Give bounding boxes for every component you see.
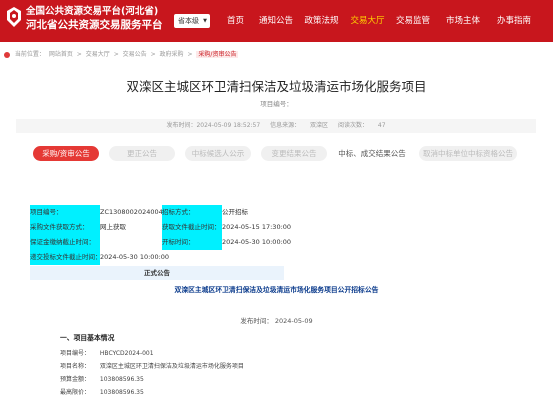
breadcrumb-link-announcements[interactable]: 交易公告 bbox=[123, 51, 147, 58]
deposit-deadline-value bbox=[100, 235, 162, 250]
chevron-down-icon: ▼ bbox=[203, 18, 207, 24]
nav-supervision[interactable]: 交易监管 bbox=[390, 0, 436, 42]
page-title: 双滦区主城区环卫清扫保洁及垃圾清运市场化服务项目 bbox=[126, 79, 427, 94]
tab-candidate-notice[interactable]: 中标候选人公示 bbox=[185, 146, 251, 161]
nav-guide[interactable]: 办事指南 bbox=[490, 0, 538, 42]
detail-label: 预算金额： bbox=[60, 376, 91, 383]
notice-publish-time: 发布时间： 2024-05-09 bbox=[240, 317, 313, 325]
nav-trading-hall[interactable]: 交易大厅 bbox=[345, 0, 390, 42]
version-select-label: 省本级 bbox=[178, 17, 199, 25]
breadcrumb: 当前位置： 网站首页 > 交易大厅 > 交易公告 > 政府采购 > 采购/资审公… bbox=[0, 48, 553, 62]
obtain-method-value: 网上获取 bbox=[100, 223, 126, 231]
detail-row: 项目名称： 双滦区主城区环卫清扫保洁及垃圾清运市场化服务项目 bbox=[60, 360, 244, 373]
bid-method-label: 招标方式： bbox=[162, 205, 222, 220]
nav-policies[interactable]: 政策法规 bbox=[298, 0, 345, 42]
detail-value: 103808596.35 bbox=[99, 376, 144, 383]
location-pin-icon bbox=[4, 51, 10, 58]
version-select[interactable]: 省本级 ▼ bbox=[174, 14, 210, 28]
meta-source: 双滦区 bbox=[310, 122, 329, 129]
detail-label: 最高限价： bbox=[60, 389, 91, 396]
project-no-label: 项目编号： bbox=[30, 205, 100, 220]
breadcrumb-sep: > bbox=[187, 51, 193, 58]
nav-home[interactable]: 首页 bbox=[217, 0, 254, 42]
formal-notice-label: 正式公告 bbox=[30, 266, 284, 280]
site-title-line2: 河北省公共资源交易服务平台 bbox=[26, 19, 163, 31]
open-time-label: 开标时间： bbox=[162, 235, 222, 250]
nav-notices[interactable]: 通知公告 bbox=[254, 0, 298, 42]
obtain-deadline-value: 2024-05-15 17:30:00 bbox=[222, 223, 292, 231]
main-nav: 首页 通知公告 政策法规 交易大厅 交易监管 市场主体 办事指南 bbox=[217, 0, 538, 42]
breadcrumb-sep: > bbox=[76, 51, 82, 58]
breadcrumb-prefix: 当前位置： bbox=[14, 51, 45, 58]
detail-row: 预算金额： 103808596.35 bbox=[60, 373, 244, 386]
site-title-line1: 全国公共资源交易平台(河北省) bbox=[26, 6, 159, 17]
meta-views-label: 阅读次数： bbox=[337, 122, 368, 129]
breadcrumb-link-procurement[interactable]: 政府采购 bbox=[160, 51, 184, 58]
detail-value: 双滦区主城区环卫清扫保洁及垃圾清运市场化服务项目 bbox=[99, 363, 244, 370]
detail-label: 项目名称： bbox=[60, 363, 91, 370]
section-heading: 一、项目基本情况 bbox=[60, 334, 115, 342]
breadcrumb-sep: > bbox=[113, 51, 119, 58]
site-header: 全国公共资源交易平台(河北省) 河北省公共资源交易服务平台 省本级 ▼ 首页 通… bbox=[0, 0, 553, 42]
tab-cancel-award[interactable]: 取消中标单位中标资格公告 bbox=[419, 146, 517, 161]
detail-row: 最高限价： 103808596.35 bbox=[60, 386, 244, 399]
tab-correction-notice[interactable]: 更正公告 bbox=[109, 146, 175, 161]
meta-views: 47 bbox=[377, 122, 386, 129]
detail-label: 项目编号： bbox=[60, 350, 91, 357]
bid-method-value: 公开招标 bbox=[222, 208, 248, 216]
meta-publish-time: 发布时间：2024-05-09 18:52:57 bbox=[166, 122, 261, 129]
notice-title: 双滦区主城区环卫清扫保洁及垃圾清运市场化服务项目公开招标公告 bbox=[174, 286, 379, 294]
nav-market-entities[interactable]: 市场主体 bbox=[436, 0, 490, 42]
breadcrumb-current: 采购/资审公告 bbox=[196, 51, 239, 58]
meta-bar: 发布时间：2024-05-09 18:52:57 信息来源： 双滦区 阅读次数：… bbox=[16, 119, 536, 133]
deposit-deadline-label: 保证金缴纳截止时间： bbox=[30, 235, 100, 250]
tab-procurement-notice[interactable]: 采购/资审公告 bbox=[33, 146, 99, 161]
tab-change-result[interactable]: 变更结果公告 bbox=[261, 146, 327, 161]
obtain-deadline-label: 获取文件截止时间： bbox=[162, 220, 222, 235]
detail-value: HBCYCD2024-001 bbox=[99, 350, 154, 357]
open-time-value: 2024-05-30 10:00:00 bbox=[222, 238, 292, 246]
submit-deadline-label: 递交投标文件截止时间： bbox=[30, 250, 102, 265]
detail-row: 项目编号： HBCYCD2024-001 bbox=[60, 347, 244, 360]
breadcrumb-link-hall[interactable]: 交易大厅 bbox=[86, 51, 110, 58]
obtain-method-label: 采购文件获取方式： bbox=[30, 220, 100, 235]
project-number-subtitle: 项目编号： bbox=[260, 100, 293, 108]
breadcrumb-sep: > bbox=[150, 51, 156, 58]
project-details: 项目编号： HBCYCD2024-001 项目名称： 双滦区主城区环卫清扫保洁及… bbox=[60, 347, 244, 399]
site-title[interactable]: 全国公共资源交易平台(河北省) 河北省公共资源交易服务平台 bbox=[26, 5, 163, 32]
meta-source-label: 信息来源： bbox=[270, 122, 301, 129]
tab-award-result[interactable]: 中标、成交结果公告 bbox=[333, 146, 411, 161]
detail-value: 103808596.35 bbox=[99, 389, 144, 396]
breadcrumb-link-home[interactable]: 网站首页 bbox=[49, 51, 73, 58]
project-no-value: ZC1308002024004985 bbox=[100, 208, 176, 216]
submit-deadline-value: 2024-05-30 10:00:00 bbox=[100, 253, 170, 261]
emblem-logo-icon bbox=[7, 7, 21, 27]
